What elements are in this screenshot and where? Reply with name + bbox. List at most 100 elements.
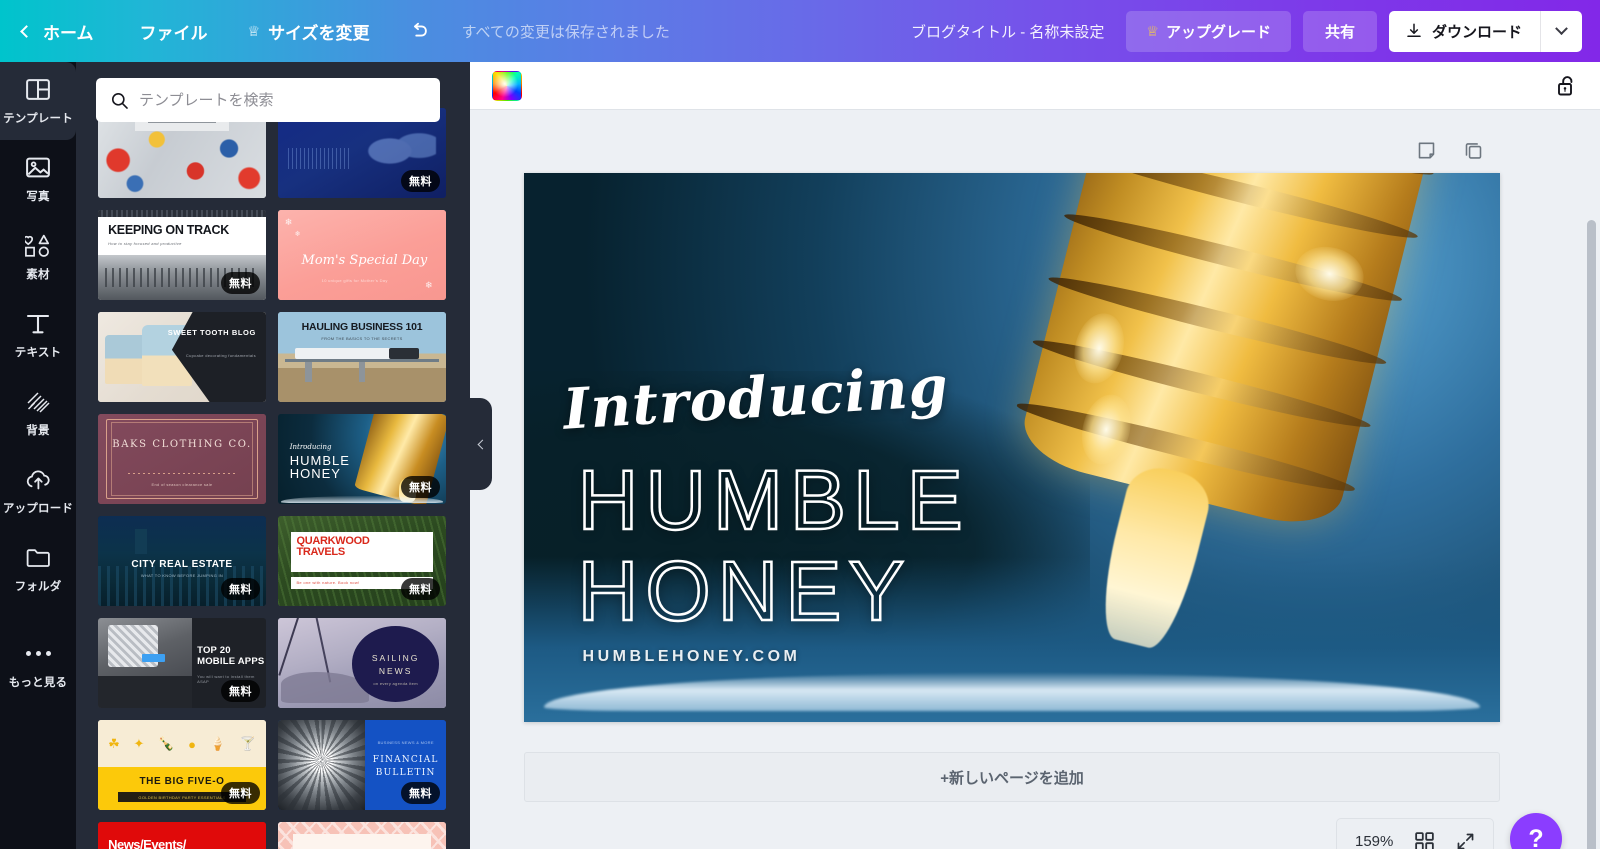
template-subtitle: Introducing (289, 442, 332, 451)
template-title: News/Events/Industry Buzz/Case Studies/ (108, 837, 186, 849)
template-grid-icon (26, 77, 50, 103)
file-menu-button[interactable]: ファイル (120, 0, 228, 62)
template-subtitle: on every agenda item (373, 681, 418, 686)
document-title[interactable]: ブログタイトル - 名称未設定 (911, 21, 1104, 42)
upgrade-label: アップグレード (1165, 23, 1271, 41)
undo-arrow-icon (413, 22, 427, 37)
sidebar-item-photos[interactable]: 写真 (0, 140, 76, 218)
template-card[interactable]: Fall Road Trip (278, 822, 446, 849)
decor-icon: 🍸 (239, 736, 256, 752)
sidebar-item-uploads[interactable]: アップロード (0, 452, 76, 530)
fullscreen-button[interactable] (1456, 832, 1475, 849)
template-card[interactable]: ☘ ✦ 🍾 ● 🍦 🍸 THE BIG FIVE-O GOLDEN BIRTHD… (98, 720, 266, 810)
decor-icon: ● (188, 736, 196, 752)
decor-icon: ✦ (133, 736, 145, 752)
template-card[interactable]: News/Events/Industry Buzz/Case Studies/ (98, 822, 266, 849)
home-button[interactable]: ホーム (0, 0, 120, 62)
duplicate-page-button[interactable] (1463, 140, 1484, 166)
text-t-icon (26, 311, 50, 337)
template-card[interactable]: HAULING BUSINESS 101 FROM THE BASICS TO … (278, 312, 446, 402)
help-button[interactable]: ? (1510, 813, 1562, 849)
help-label: ? (1528, 824, 1544, 849)
search-input[interactable] (139, 91, 426, 109)
template-free-badge: 無料 (401, 578, 440, 600)
chevron-left-icon (20, 24, 33, 38)
sidebar-item-more[interactable]: もっと見る (0, 626, 76, 704)
template-subtitle: 10 unique gifts for Mother's Day (321, 277, 388, 283)
share-button[interactable]: 共有 (1302, 10, 1377, 52)
template-subtitle: End of season clearance sale (151, 482, 213, 488)
canvas-headline-line2[interactable]: HONEY (576, 548, 912, 635)
upload-cloud-icon (25, 467, 52, 493)
lock-toggle-button[interactable] (1556, 74, 1578, 98)
sidebar-label-folders: フォルダ (14, 580, 62, 593)
template-title: CITY REAL ESTATE (131, 559, 233, 571)
canvas-toolbar (470, 62, 1600, 110)
top-toolbar: ホーム ファイル ♕ サイズを変更 すべての変更は保存されました ブログタイトル… (0, 0, 1600, 62)
sidebar-item-templates[interactable]: テンプレート (0, 62, 76, 140)
grid-view-button[interactable] (1415, 831, 1434, 849)
sidebar-item-text[interactable]: テキスト (0, 296, 76, 374)
sidebar-label-background: 背景 (26, 424, 50, 437)
design-canvas-page[interactable]: Introducing HUMBLE HONEY HUMBLEHONEY.COM (524, 173, 1500, 722)
folder-icon (26, 545, 51, 571)
template-card[interactable]: SWEET TOOTH BLOG Cupcake decorating fund… (98, 312, 266, 402)
left-sidebar-rail: テンプレート 写真 素材 テキスト 背景 アップロード フォルダ もっと見る (0, 62, 76, 849)
note-page-button[interactable] (1416, 140, 1437, 166)
canvas-website-text[interactable]: HUMBLEHONEY.COM (583, 648, 801, 666)
templates-panel: 無料 KEEPING ON TRACK How to stay focused … (76, 62, 470, 849)
note-page-icon (1418, 142, 1435, 159)
download-dropdown-button[interactable] (1540, 10, 1582, 52)
template-subtitle: WHAT TO KNOW BEFORE JUMPING IN (140, 572, 224, 578)
upgrade-button[interactable]: ♕ アップグレード (1126, 10, 1291, 52)
template-free-badge: 無料 (221, 578, 260, 600)
sidebar-item-folders[interactable]: フォルダ (0, 530, 76, 608)
template-title: QUARKWOOD TRAVELS (296, 534, 370, 558)
template-title: SAILING NEWS (371, 653, 420, 676)
chevron-down-icon (1555, 21, 1568, 35)
panel-collapse-button[interactable] (470, 398, 492, 490)
sidebar-label-templates: テンプレート (3, 112, 73, 125)
template-card[interactable]: Introducing HUMBLE HONEY 無料 (278, 414, 446, 504)
elements-shapes-icon (24, 233, 52, 259)
add-new-page-button[interactable]: +新しいページを追加 (524, 752, 1500, 802)
sidebar-label-uploads: アップロード (2, 502, 74, 515)
template-free-badge: 無料 (221, 782, 260, 804)
download-label: ダウンロード (1431, 23, 1522, 41)
template-card[interactable]: BUSINESS NEWS & MORE FINANCIAL BULLETIN 無… (278, 720, 446, 810)
search-icon (111, 92, 128, 109)
download-button[interactable]: ダウンロード (1388, 10, 1540, 52)
sidebar-item-background[interactable]: 背景 (0, 374, 76, 452)
grid-view-icon (1415, 831, 1434, 849)
template-title: Mom's Special Day (301, 253, 428, 269)
zoom-level-label[interactable]: 159% (1355, 833, 1393, 849)
sidebar-item-elements[interactable]: 素材 (0, 218, 76, 296)
templates-scroll-region[interactable]: 無料 KEEPING ON TRACK How to stay focused … (76, 62, 470, 849)
template-card[interactable]: SAILING NEWS on every agenda item (278, 618, 446, 708)
chevron-left-icon (477, 439, 488, 449)
template-subtitle: Be one with nature. Book now! (296, 579, 360, 585)
template-title: HUMBLE HONEY (289, 452, 350, 482)
search-box[interactable] (96, 78, 440, 122)
template-free-badge: 無料 (401, 476, 440, 498)
template-card[interactable]: ❄ ❄ ❄ Mom's Special Day 10 unique gifts … (278, 210, 446, 300)
template-subtitle: FROM THE BASICS TO THE SECRETS (321, 336, 403, 342)
canvas-headline-line1[interactable]: HUMBLE (576, 457, 970, 544)
crown-icon: ♕ (1146, 22, 1159, 39)
template-card[interactable]: QUARKWOOD TRAVELS Be one with nature. Boo… (278, 516, 446, 606)
resize-button[interactable]: ♕ サイズを変更 (228, 0, 390, 62)
template-card[interactable]: TOP 20 MOBILE APPS You will want to insta… (98, 618, 266, 708)
undo-button[interactable] (390, 0, 448, 62)
template-card[interactable]: CITY REAL ESTATE WHAT TO KNOW BEFORE JUM… (98, 516, 266, 606)
page-actions (1416, 140, 1484, 166)
template-title: KEEPING ON TRACK (108, 222, 229, 237)
canvas-stage[interactable]: Introducing HUMBLE HONEY HUMBLEHONEY.COM… (470, 110, 1600, 849)
template-card[interactable]: KEEPING ON TRACK How to stay focused and… (98, 210, 266, 300)
save-status-text: すべての変更は保存されました (461, 23, 670, 41)
template-card[interactable]: BAKS CLOTHING CO. End of season clearanc… (98, 414, 266, 504)
template-title: SWEET TOOTH BLOG (167, 328, 256, 338)
decor-icon: 🍦 (209, 736, 226, 752)
canvas-vertical-scrollbar[interactable] (1587, 220, 1596, 849)
template-subtitle: BUSINESS NEWS & MORE (377, 739, 434, 745)
color-wheel-icon[interactable] (492, 70, 522, 101)
